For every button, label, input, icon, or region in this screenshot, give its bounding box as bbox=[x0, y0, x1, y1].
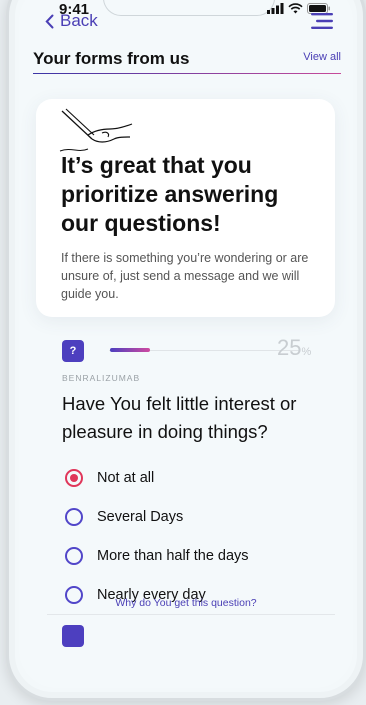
progress-value: 25 bbox=[277, 335, 302, 360]
progress-fill bbox=[110, 348, 150, 352]
hand-writing-illustration bbox=[59, 108, 133, 152]
option-several-days[interactable]: Several Days bbox=[65, 497, 249, 536]
progress-unit: % bbox=[301, 346, 312, 358]
chevron-left-icon bbox=[45, 14, 54, 28]
question-text: Have You felt little interest or pleasur… bbox=[62, 393, 297, 442]
why-question-link[interactable]: Why do You get this question? bbox=[19, 597, 353, 609]
phone-frame: 9:41 Back Your forms from us View all It… bbox=[6, 0, 366, 701]
wifi-icon bbox=[288, 3, 303, 14]
back-label: Back bbox=[60, 11, 98, 30]
screen: 9:41 Back Your forms from us View all It… bbox=[19, 0, 353, 688]
card-description: If there is something you’re wondering o… bbox=[61, 251, 309, 301]
menu-button[interactable] bbox=[311, 12, 333, 35]
divider bbox=[47, 614, 335, 615]
question-icon: ? bbox=[62, 340, 84, 362]
section-title: Your forms from us bbox=[33, 49, 190, 68]
radio[interactable] bbox=[65, 507, 83, 526]
question-category: BENRALIZUMAB bbox=[62, 373, 141, 383]
view-all-link[interactable]: View all bbox=[303, 51, 341, 63]
option-not-at-all[interactable]: Not at all bbox=[65, 458, 249, 497]
radio-selected[interactable] bbox=[65, 468, 83, 487]
info-card: It’s great that you prioritize answering… bbox=[36, 99, 335, 317]
card-title: It’s great that you prioritize answering… bbox=[61, 152, 279, 236]
answer-options: Not at all Several Days More than half t… bbox=[65, 458, 249, 614]
notch bbox=[103, 0, 275, 16]
option-label: More than half the days bbox=[97, 547, 249, 564]
option-more-than-half[interactable]: More than half the days bbox=[65, 536, 249, 575]
signal-icon bbox=[267, 3, 284, 14]
option-label: Not at all bbox=[97, 469, 155, 486]
back-button[interactable]: Back bbox=[45, 11, 98, 31]
section-divider bbox=[33, 73, 341, 74]
next-question-icon bbox=[62, 625, 84, 647]
hamburger-menu-icon bbox=[311, 13, 333, 29]
question-icon-glyph: ? bbox=[69, 345, 77, 357]
option-label: Several Days bbox=[97, 508, 184, 525]
radio[interactable] bbox=[65, 546, 83, 565]
progress-percent: 25% bbox=[277, 335, 311, 361]
